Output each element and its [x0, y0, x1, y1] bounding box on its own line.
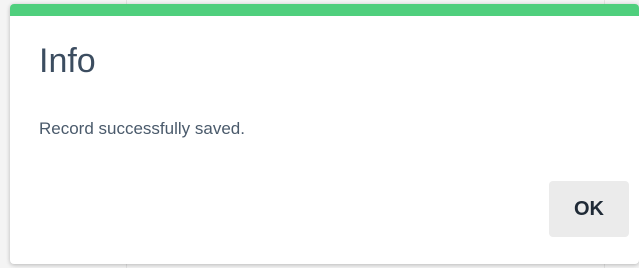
info-dialog: Info Record successfully saved. OK	[10, 4, 639, 264]
dialog-message: Record successfully saved.	[39, 119, 245, 138]
ok-button[interactable]: OK	[549, 181, 629, 237]
dialog-title: Info	[39, 42, 96, 80]
dialog-accent-bar	[10, 4, 639, 16]
